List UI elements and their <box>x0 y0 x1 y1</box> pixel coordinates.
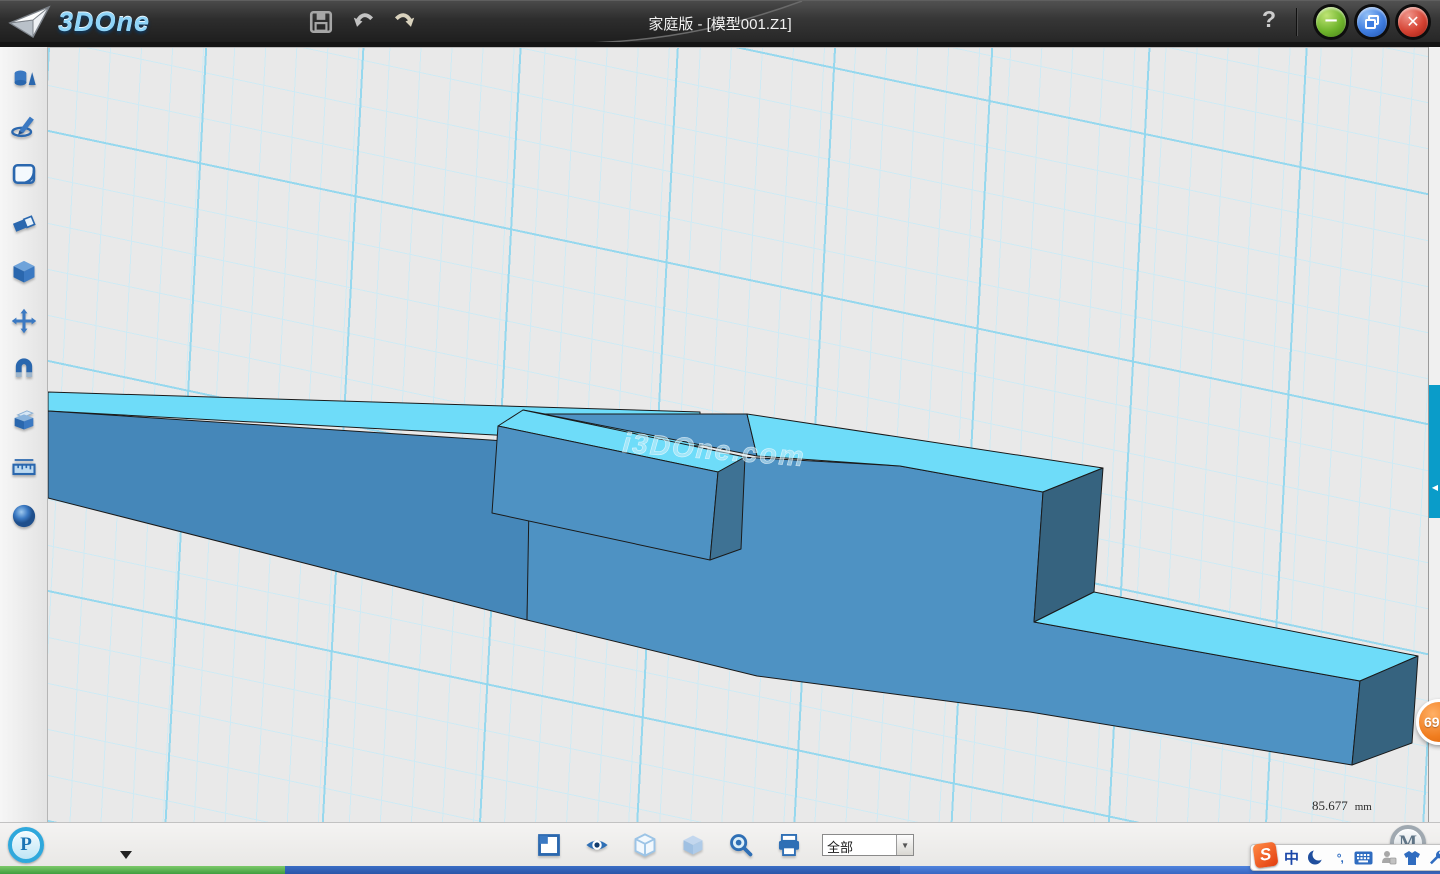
sidebar-item-feature-cube[interactable] <box>10 258 38 286</box>
ime-skin-button[interactable] <box>1403 848 1422 868</box>
sidebar-item-magnet-constraint[interactable] <box>10 356 38 384</box>
display-filter-value: 全部 <box>823 835 896 855</box>
sidebar-item-trim-eraser[interactable] <box>10 209 38 237</box>
viewport-corner-icon[interactable] <box>536 832 562 858</box>
scale-indicator: 85.677 mm <box>1312 798 1372 814</box>
display-filter-dropdown-button[interactable]: ▼ <box>896 835 913 855</box>
sidebar-item-basic-solids[interactable] <box>10 64 38 92</box>
minimize-icon: − <box>1323 12 1338 30</box>
wrench-icon <box>1428 849 1440 866</box>
ime-logo-button[interactable]: S <box>1252 841 1278 868</box>
floating-badge-value: 69 <box>1419 714 1440 730</box>
ime-logo-label: S <box>1258 844 1272 865</box>
chevron-down-icon: ▼ <box>903 841 908 848</box>
panel-expand-tab[interactable]: ◀ <box>1429 385 1440 518</box>
ime-fullhalf-toggle[interactable] <box>1306 848 1325 868</box>
sidebar-item-move-arrows[interactable] <box>10 307 38 335</box>
restore-icon <box>1362 12 1382 32</box>
ime-punctuation-label: °, <box>1337 851 1343 865</box>
sidebar-item-material-sphere[interactable] <box>10 502 38 530</box>
tool-sidebar <box>0 47 48 822</box>
taskbar-sliver-green <box>0 866 285 874</box>
minimize-button[interactable]: − <box>1316 7 1346 37</box>
titlebar-divider <box>1296 8 1297 36</box>
ime-language-label: 中 <box>1284 847 1299 868</box>
sidebar-item-combine-box[interactable] <box>10 405 38 433</box>
help-button[interactable]: ? <box>1256 6 1282 33</box>
viewport-canvas[interactable]: i3DOne.com 85.677 mm <box>48 47 1428 822</box>
model-face-leftbar-front <box>48 411 535 620</box>
quick-menu-p-label: P <box>20 834 32 856</box>
wireframe-cube-icon[interactable] <box>632 832 658 858</box>
view-toolbar-icons <box>536 832 802 858</box>
scale-unit: mm <box>1355 801 1372 813</box>
view-toolbar: 全部 ▼ <box>0 822 1440 866</box>
sidebar-item-sketch-draw[interactable] <box>10 112 38 140</box>
sidebar-item-measure-ruler[interactable] <box>10 453 38 481</box>
ime-toolbar: S 中 °, <box>1250 844 1440 871</box>
visibility-eye-icon[interactable] <box>584 832 610 858</box>
quick-menu-p-button[interactable]: P <box>8 827 44 863</box>
sidebar-item-sketch-edit[interactable] <box>10 160 38 188</box>
close-icon: ✕ <box>1406 14 1419 30</box>
model-3d[interactable]: i3DOne.com <box>48 47 1428 822</box>
shaded-cube-icon[interactable] <box>680 832 706 858</box>
moon-icon <box>1307 849 1324 866</box>
restore-button[interactable] <box>1357 7 1387 37</box>
titlebar: 3DOne 家庭版 - [模型001.Z1] ? − ✕ <box>0 0 1440 42</box>
quick-menu-expander[interactable] <box>120 851 132 859</box>
zoom-search-icon[interactable] <box>728 832 754 858</box>
display-filter-select[interactable]: 全部 ▼ <box>822 834 914 856</box>
close-button[interactable]: ✕ <box>1398 7 1428 37</box>
window-title: 家庭版 - [模型001.Z1] <box>0 13 1440 34</box>
ime-softkeyboard-button[interactable] <box>1354 848 1373 868</box>
panel-expand-arrow-icon: ◀ <box>1432 483 1438 492</box>
keyboard-icon <box>1354 851 1373 865</box>
skin-shirt-icon <box>1403 850 1421 866</box>
print-icon[interactable] <box>776 832 802 858</box>
ime-profile-button[interactable] <box>1379 848 1398 868</box>
taskbar-sliver-blue-dark <box>285 866 900 874</box>
ime-punctuation-toggle[interactable]: °, <box>1330 848 1349 868</box>
ime-settings-button[interactable] <box>1427 848 1440 868</box>
ime-language-toggle[interactable]: 中 <box>1282 848 1301 868</box>
profile-icon <box>1380 849 1397 866</box>
scale-value: 85.677 <box>1312 798 1348 814</box>
